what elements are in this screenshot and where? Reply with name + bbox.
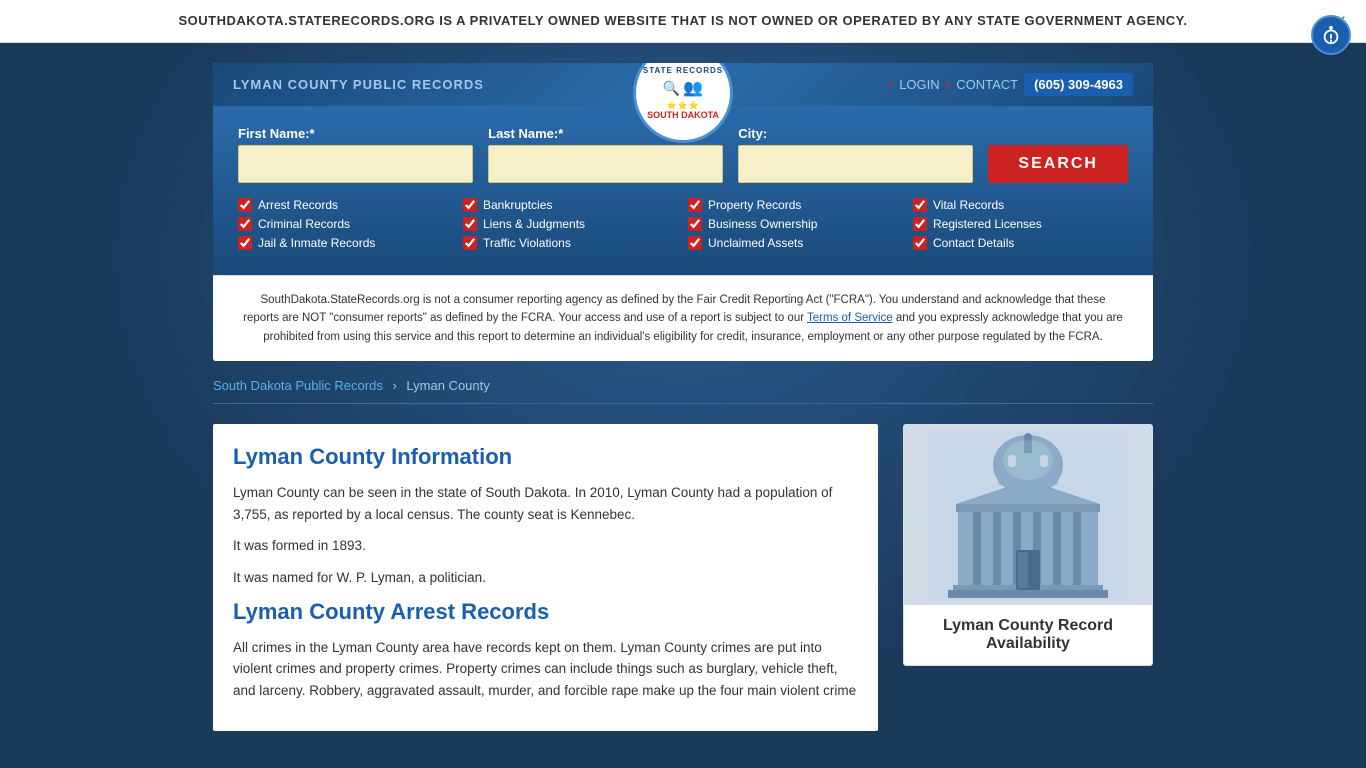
top-banner: SOUTHDAKOTA.STATERECORDS.ORG IS A PRIVAT… xyxy=(0,0,1366,43)
checkbox-label: Criminal Records xyxy=(258,217,350,231)
logo-state-text: SOUTH DAKOTA xyxy=(647,110,719,120)
checkbox-input[interactable] xyxy=(463,198,477,212)
info-paragraph-2: It was formed in 1893. xyxy=(233,535,858,557)
breadcrumb-parent-link[interactable]: South Dakota Public Records xyxy=(213,378,383,393)
tos-link[interactable]: Terms of Service xyxy=(807,312,893,324)
checkbox-input[interactable] xyxy=(463,217,477,231)
arrest-title: Lyman County Arrest Records xyxy=(233,599,858,625)
info-paragraph-3: It was named for W. P. Lyman, a politici… xyxy=(233,567,858,589)
first-name-group: First Name:* xyxy=(238,126,473,183)
checkbox-item: Contact Details xyxy=(913,236,1128,250)
accessibility-button[interactable] xyxy=(1311,15,1351,55)
arrest-paragraph-1: All crimes in the Lyman County area have… xyxy=(233,637,858,702)
phone-number[interactable]: (605) 309-4963 xyxy=(1024,73,1133,96)
header-nav: • LOGIN • CONTACT (605) 309-4963 xyxy=(889,73,1133,96)
banner-text: SOUTHDAKOTA.STATERECORDS.ORG IS A PRIVAT… xyxy=(178,13,1187,28)
checkbox-label: Traffic Violations xyxy=(483,236,571,250)
checkbox-input[interactable] xyxy=(238,236,252,250)
checkbox-label: Arrest Records xyxy=(258,198,338,212)
checkbox-label: Bankruptcies xyxy=(483,198,552,212)
logo-icons: 🔍 👥 xyxy=(663,78,703,98)
checkbox-label: Registered Licenses xyxy=(933,217,1042,231)
disclaimer-section: SouthDakota.StateRecords.org is not a co… xyxy=(213,275,1153,361)
search-button[interactable]: SEARCH xyxy=(988,145,1128,183)
main-card: LYMAN COUNTY PUBLIC RECORDS STATE RECORD… xyxy=(213,63,1153,361)
content-area: Lyman County Information Lyman County ca… xyxy=(213,424,1153,731)
checkbox-label: Unclaimed Assets xyxy=(708,236,803,250)
breadcrumb-current: Lyman County xyxy=(406,378,489,393)
checkbox-label: Jail & Inmate Records xyxy=(258,236,375,250)
logo-people-icon: 👥 xyxy=(683,78,703,98)
checkbox-input[interactable] xyxy=(913,198,927,212)
sidebar-card-title: Lyman County Record Availability xyxy=(904,605,1152,665)
checkbox-input[interactable] xyxy=(238,217,252,231)
checkbox-item: Registered Licenses xyxy=(913,217,1128,231)
checkbox-input[interactable] xyxy=(913,236,927,250)
last-name-input[interactable] xyxy=(488,145,723,183)
checkbox-label: Liens & Judgments xyxy=(483,217,585,231)
checkbox-item: Business Ownership xyxy=(688,217,903,231)
checkbox-item: Traffic Violations xyxy=(463,236,678,250)
checkbox-item: Arrest Records xyxy=(238,198,453,212)
checkbox-item: Bankruptcies xyxy=(463,198,678,212)
logo-search-icon: 🔍 xyxy=(663,80,680,97)
breadcrumb: South Dakota Public Records › Lyman Coun… xyxy=(213,373,1153,404)
contact-link[interactable]: CONTACT xyxy=(956,77,1018,92)
sidebar-card: Lyman County Record Availability xyxy=(903,424,1153,666)
checkbox-input[interactable] xyxy=(688,236,702,250)
main-wrapper: LYMAN COUNTY PUBLIC RECORDS STATE RECORD… xyxy=(0,43,1366,761)
checkbox-label: Vital Records xyxy=(933,198,1004,212)
checkbox-item: Property Records xyxy=(688,198,903,212)
dot1: • xyxy=(889,77,894,92)
city-group: City: xyxy=(738,126,973,183)
logo-circle: STATE RECORDS 🔍 👥 ⭐⭐⭐ SOUTH DAKOTA xyxy=(633,63,733,143)
first-name-input[interactable] xyxy=(238,145,473,183)
checkbox-label: Business Ownership xyxy=(708,217,817,231)
dot2: • xyxy=(946,77,951,92)
city-input[interactable] xyxy=(738,145,973,183)
checkbox-item: Unclaimed Assets xyxy=(688,236,903,250)
checkboxes-grid: Arrest Records Bankruptcies Property Recor… xyxy=(238,198,1128,250)
accessibility-icon xyxy=(1320,24,1342,46)
checkbox-item: Vital Records xyxy=(913,198,1128,212)
building-svg xyxy=(928,430,1128,600)
checkbox-item: Jail & Inmate Records xyxy=(238,236,453,250)
checkbox-label: Contact Details xyxy=(933,236,1014,250)
checkbox-item: Criminal Records xyxy=(238,217,453,231)
building-illustration xyxy=(904,425,1152,605)
breadcrumb-separator: › xyxy=(392,378,396,393)
checkbox-input[interactable] xyxy=(688,217,702,231)
checkbox-item: Liens & Judgments xyxy=(463,217,678,231)
content-main: Lyman County Information Lyman County ca… xyxy=(213,424,878,731)
info-title: Lyman County Information xyxy=(233,444,858,470)
city-label: City: xyxy=(738,126,973,141)
checkbox-label: Property Records xyxy=(708,198,801,212)
checkbox-input[interactable] xyxy=(913,217,927,231)
checkbox-input[interactable] xyxy=(238,198,252,212)
logo-bottom-text: ⭐⭐⭐ xyxy=(667,101,700,110)
first-name-label: First Name:* xyxy=(238,126,473,141)
site-logo: STATE RECORDS 🔍 👥 ⭐⭐⭐ SOUTH DAKOTA xyxy=(633,63,733,143)
content-sidebar: Lyman County Record Availability xyxy=(903,424,1153,731)
login-link[interactable]: LOGIN xyxy=(899,77,939,92)
county-title: LYMAN COUNTY PUBLIC RECORDS xyxy=(233,77,484,92)
logo-top-text: STATE RECORDS xyxy=(643,66,723,75)
card-header: LYMAN COUNTY PUBLIC RECORDS STATE RECORD… xyxy=(213,63,1153,106)
checkbox-input[interactable] xyxy=(463,236,477,250)
checkbox-input[interactable] xyxy=(688,198,702,212)
info-paragraph-1: Lyman County can be seen in the state of… xyxy=(233,482,858,525)
